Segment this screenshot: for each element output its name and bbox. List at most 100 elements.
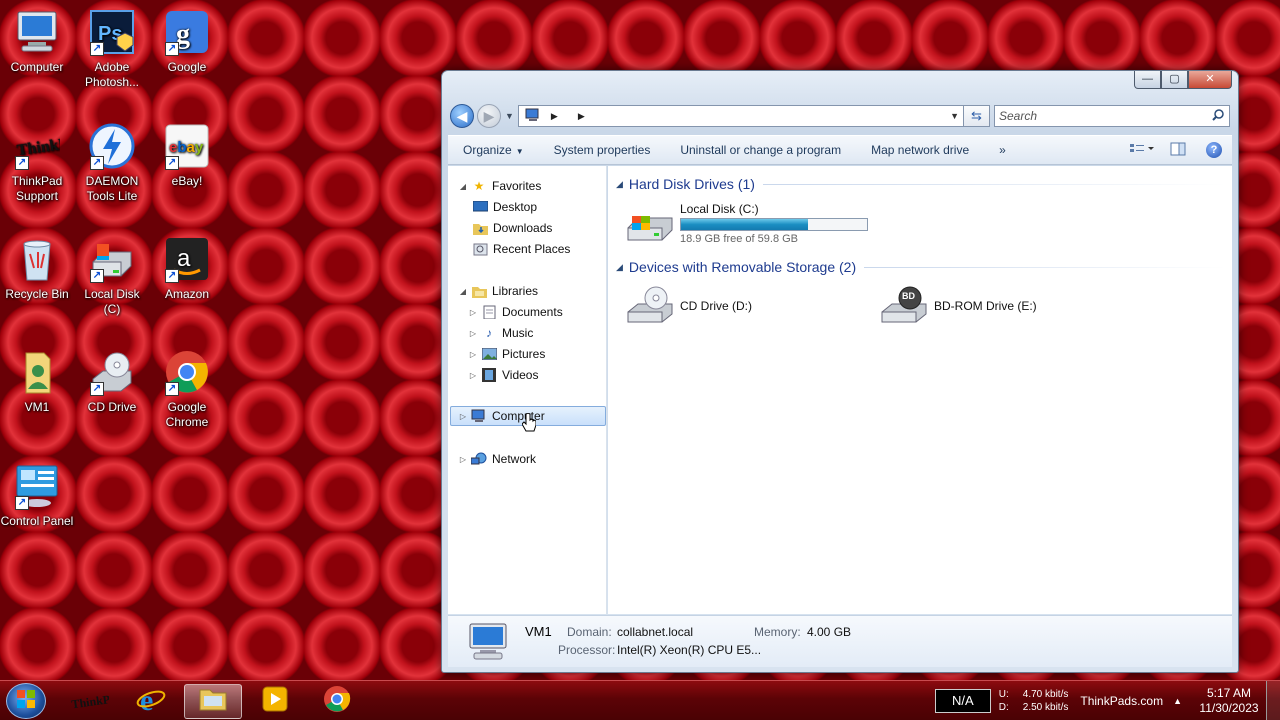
preview-pane-button[interactable] <box>1165 139 1191 161</box>
show-desktop-button[interactable] <box>1266 681 1280 720</box>
expanded-triangle-icon[interactable]: ◢ <box>458 182 468 191</box>
cd-drive-icon: ↗ <box>88 348 136 396</box>
network-status-badge[interactable]: N/A <box>934 689 991 713</box>
organize-button[interactable]: Organize ▼ <box>448 143 539 157</box>
help-button[interactable]: ? <box>1201 139 1227 161</box>
window-controls: — ▢ ✕ <box>1134 71 1232 89</box>
address-dropdown-icon[interactable]: ▼ <box>950 111 959 121</box>
nav-label: Recent Places <box>493 242 571 256</box>
desktop-icon-ebay[interactable]: ebay ↗ eBay! <box>150 122 224 189</box>
refresh-button[interactable]: ⇆ <box>964 105 990 127</box>
desktop-icon-cd-drive[interactable]: ↗ CD Drive <box>75 348 149 415</box>
close-button[interactable]: ✕ <box>1188 71 1232 89</box>
desktop-icon-label: eBay! <box>171 174 203 188</box>
taskbar-thinkpad[interactable]: ThinkPad <box>60 684 124 719</box>
shortcut-arrow-icon: ↗ <box>90 269 104 283</box>
nav-libraries[interactable]: ◢ Libraries <box>458 281 538 301</box>
change-view-button[interactable] <box>1129 139 1155 161</box>
google-icon: g ↗ <box>163 8 211 56</box>
content-pane: ◢ Hard Disk Drives (1) Local Disk (C:) 1… <box>608 166 1232 614</box>
taskbar-chrome[interactable] <box>308 684 366 719</box>
drive-name: BD-ROM Drive (E:) <box>934 299 1037 313</box>
thinkpad-logo-icon: ThinkPad ↗ <box>13 122 61 170</box>
start-button[interactable] <box>6 683 46 719</box>
processor-label: Processor: <box>558 643 616 657</box>
system-properties-button[interactable]: System properties <box>539 143 666 157</box>
collapse-triangle-icon: ◢ <box>616 261 623 272</box>
nav-label: Libraries <box>492 284 539 298</box>
drive-cd-d[interactable]: CD Drive (D:) <box>626 286 752 326</box>
nav-label: Videos <box>502 368 539 382</box>
daemon-tools-icon: ↗ <box>88 122 136 170</box>
desktop-icon-thinkpad-support[interactable]: ThinkPad ↗ ThinkPad Support <box>0 122 74 204</box>
nav-pictures[interactable]: ▷ Pictures <box>468 344 545 364</box>
net-meter-rates[interactable]: 4.70 kbit/s 2.50 kbit/s <box>1023 688 1069 714</box>
breadcrumb-chevron-icon[interactable]: ▶ <box>551 111 558 122</box>
refresh-icon: ⇆ <box>971 108 982 123</box>
nav-label: Music <box>502 326 534 340</box>
collapsed-triangle-icon[interactable]: ▷ <box>468 329 478 338</box>
nav-downloads[interactable]: Downloads <box>472 218 552 238</box>
chrome-icon <box>322 684 352 719</box>
taskbar-media-player[interactable] <box>246 684 304 719</box>
desktop-icon-photoshop[interactable]: Ps ↗ Adobe Photosh... <box>75 8 149 90</box>
expanded-triangle-icon[interactable]: ◢ <box>458 287 468 296</box>
taskbar-windows-explorer[interactable] <box>184 684 242 719</box>
nav-favorites[interactable]: ◢ ★ Favorites <box>458 176 541 196</box>
nav-documents[interactable]: ▷ Documents <box>468 302 563 322</box>
desktop-icon-computer[interactable]: Computer <box>0 8 74 75</box>
group-header-removable-storage[interactable]: ◢ Devices with Removable Storage (2) <box>616 259 1226 275</box>
breadcrumb-chevron-icon[interactable]: ▶ <box>578 111 585 122</box>
libraries-icon <box>471 283 487 299</box>
collapsed-triangle-icon[interactable]: ▷ <box>468 350 478 359</box>
shortcut-arrow-icon: ↗ <box>90 156 104 170</box>
downloads-folder-icon <box>472 220 488 236</box>
back-button[interactable]: ◀ <box>450 104 474 128</box>
collapsed-triangle-icon[interactable]: ▷ <box>468 308 478 317</box>
drive-local-disk-c[interactable]: Local Disk (C:) 18.9 GB free of 59.8 GB <box>626 202 868 245</box>
desktop-icon-amazon[interactable]: a ↗ Amazon <box>150 235 224 302</box>
nav-videos[interactable]: ▷ Videos <box>468 365 538 385</box>
nav-recent-places[interactable]: Recent Places <box>472 239 570 259</box>
desktop-icon-local-disk[interactable]: ↗ Local Disk (C) <box>75 235 149 317</box>
back-arrow-icon: ◀ <box>456 107 468 124</box>
view-options-icon <box>1130 142 1154 158</box>
uninstall-program-button[interactable]: Uninstall or change a program <box>665 143 856 157</box>
more-commands-button[interactable]: » <box>984 143 1021 157</box>
desktop-icon-google-chrome[interactable]: ↗ Google Chrome <box>150 348 224 430</box>
drive-bd-rom-e[interactable]: BD BD-ROM Drive (E:) <box>880 286 1037 326</box>
search-input[interactable]: Search <box>994 105 1230 127</box>
nav-network[interactable]: ▷ Network <box>458 449 536 469</box>
download-label: D: <box>998 702 1009 713</box>
maximize-button[interactable]: ▢ <box>1161 71 1188 89</box>
clock-time: 5:17 AM <box>1206 686 1252 700</box>
recent-pages-dropdown[interactable]: ▼ <box>505 111 514 121</box>
desktop-icon-daemon-tools[interactable]: ↗ DAEMON Tools Lite <box>75 122 149 204</box>
group-header-hard-disk-drives[interactable]: ◢ Hard Disk Drives (1) <box>616 176 1226 192</box>
desktop-icon-vm1[interactable]: VM1 <box>0 348 74 415</box>
map-network-drive-button[interactable]: Map network drive <box>856 143 984 157</box>
desktop-icon-control-panel[interactable]: ↗ Control Panel <box>0 462 74 529</box>
collapsed-triangle-icon[interactable]: ▷ <box>458 412 468 421</box>
nav-music[interactable]: ▷ ♪ Music <box>468 323 533 343</box>
minimize-button[interactable]: — <box>1134 71 1161 89</box>
computer-large-icon <box>466 622 510 665</box>
collapsed-triangle-icon[interactable]: ▷ <box>468 371 478 380</box>
drive-name: Local Disk (C:) <box>680 202 759 216</box>
collapsed-triangle-icon[interactable]: ▷ <box>458 455 468 464</box>
taskbar-internet-explorer[interactable]: e <box>122 684 180 719</box>
desktop-icon-recycle-bin[interactable]: Recycle Bin <box>0 235 74 302</box>
clock[interactable]: 5:17 AM 11/30/2023 <box>1192 686 1266 716</box>
desktop-icon-google[interactable]: g ↗ Google <box>150 8 224 75</box>
music-icon: ♪ <box>486 326 492 340</box>
show-hidden-icons-button[interactable]: ▲ <box>1173 696 1182 706</box>
memory-label: Memory: <box>754 625 801 639</box>
nav-desktop[interactable]: Desktop <box>472 197 537 217</box>
upload-rate: 4.70 kbit/s <box>1022 689 1069 700</box>
svg-text:ebay: ebay <box>169 139 204 156</box>
forward-button[interactable]: ▶ <box>477 104 501 128</box>
address-bar[interactable]: ▶ ▶ ▼ <box>517 105 964 127</box>
desktop-icon-label: VM1 <box>24 400 50 414</box>
star-icon: ★ <box>473 179 485 193</box>
desktop-icon <box>472 199 488 215</box>
